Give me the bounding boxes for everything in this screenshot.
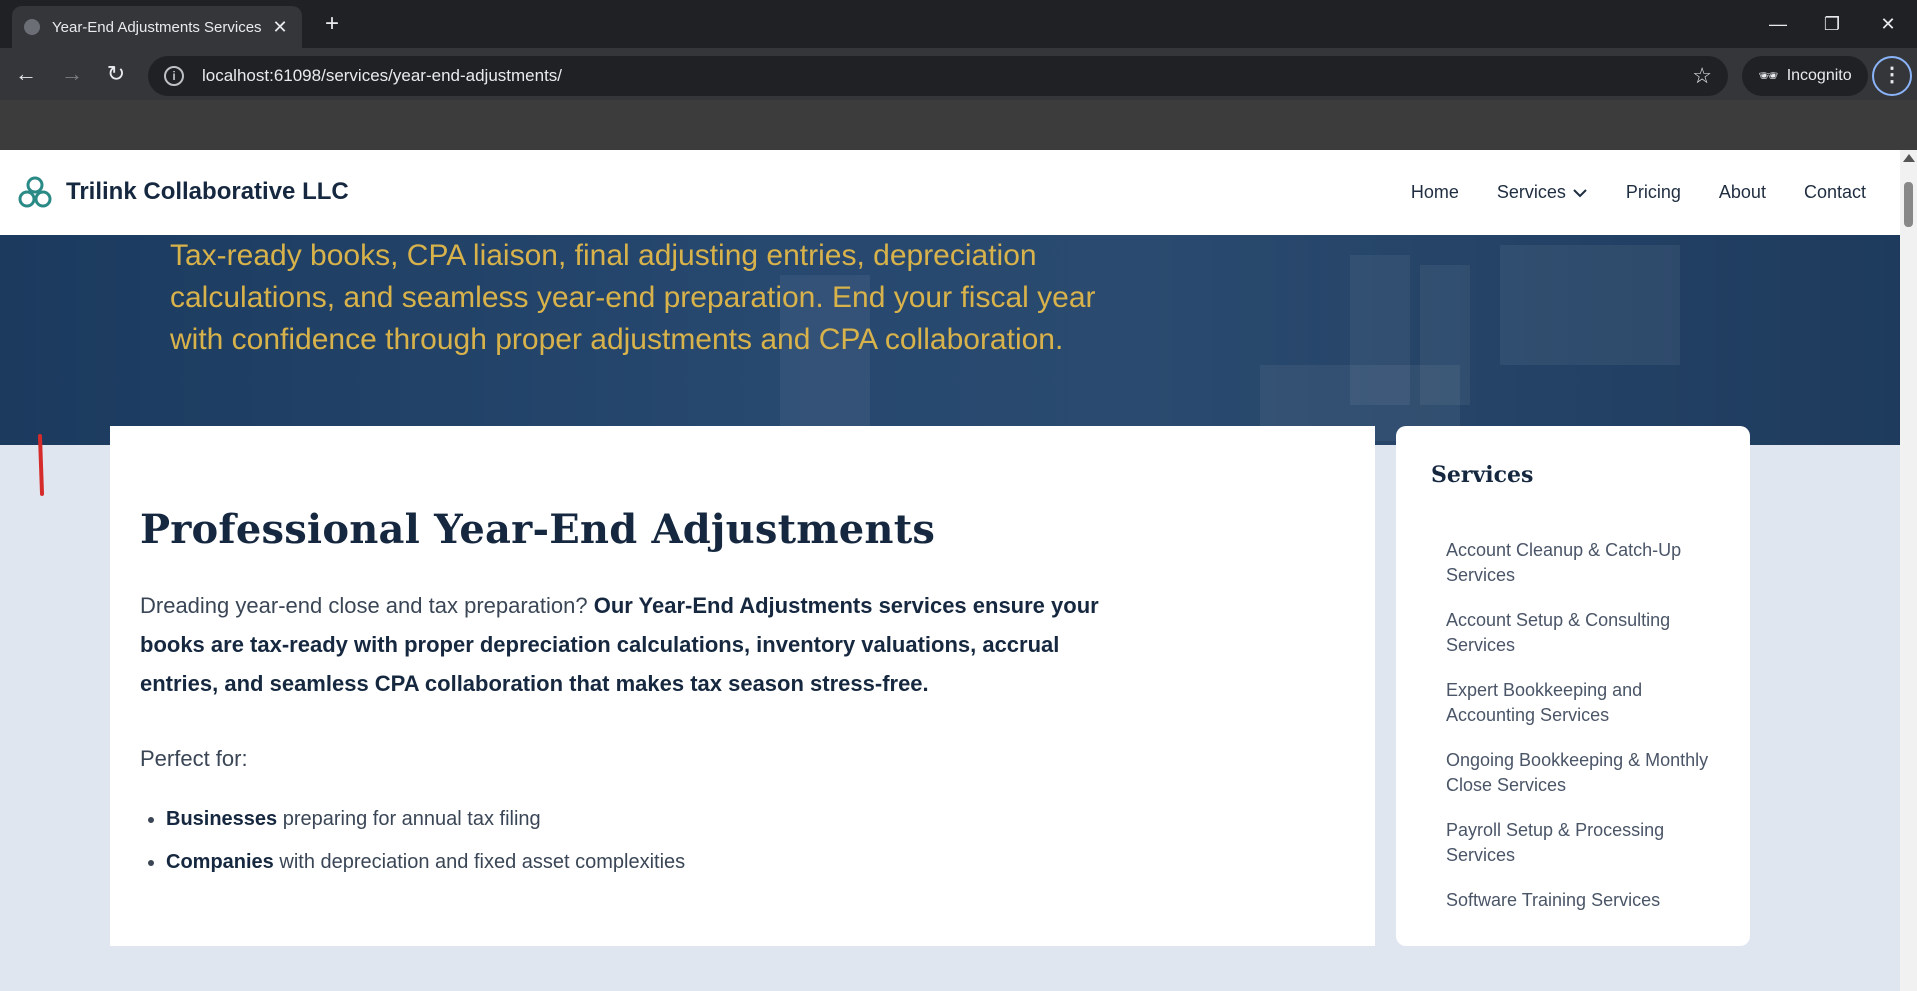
page-scrollbar[interactable]: [1900, 150, 1917, 991]
page-title: Professional Year-End Adjustments: [140, 506, 936, 553]
nav-services-label: Services: [1496, 182, 1566, 202]
brand-name[interactable]: Trilink Collaborative LLC: [66, 178, 349, 206]
list-item: Companies with depreciation and fixed as…: [166, 851, 685, 874]
new-tab-button[interactable]: +: [318, 10, 346, 38]
browser-tab[interactable]: Year-End Adjustments Services ✕: [12, 6, 302, 48]
intro-lead: Dreading year-end close and tax preparat…: [140, 593, 594, 618]
incognito-badge[interactable]: 🕶 Incognito: [1742, 56, 1868, 96]
scrollbar-thumb[interactable]: [1904, 182, 1913, 227]
sidebar-service-list: Account Cleanup & Catch-Up Services Acco…: [1446, 538, 1716, 933]
incognito-label: Incognito: [1786, 67, 1852, 84]
list-item: Businesses preparing for annual tax fili…: [166, 808, 685, 831]
address-bar[interactable]: i localhost:61098/services/year-end-adju…: [148, 56, 1728, 96]
nav-contact[interactable]: Contact: [1804, 182, 1866, 203]
hero-banner: Tax-ready books, CPA liaison, final adju…: [0, 235, 1900, 445]
nav-pricing-label: Pricing: [1625, 182, 1681, 202]
sidebar-link-ongoing-bookkeeping[interactable]: Ongoing Bookkeeping & Monthly Close Serv…: [1446, 748, 1716, 798]
back-arrow-icon[interactable]: ←: [10, 58, 42, 90]
nav-home[interactable]: Home: [1411, 182, 1459, 203]
list-item-text: preparing for annual tax filing: [277, 808, 541, 830]
nav-about-label: About: [1718, 182, 1766, 202]
nav-services[interactable]: Services: [1497, 182, 1588, 203]
list-item-bold: Companies: [166, 851, 274, 873]
browser-tab-bar: Year-End Adjustments Services ✕ + — ❐ ✕: [0, 0, 1917, 48]
browser-menu-icon[interactable]: ⋮: [1872, 56, 1912, 96]
list-item-bold: Businesses: [166, 808, 278, 830]
hero-background-shape: [1500, 245, 1680, 365]
incognito-icon: 🕶: [1758, 68, 1779, 85]
scroll-up-arrow-icon[interactable]: [1903, 154, 1915, 162]
sidebar-link-expert-bookkeeping[interactable]: Expert Bookkeeping and Accounting Servic…: [1446, 678, 1716, 728]
site-header: Trilink Collaborative LLC Home Services …: [0, 150, 1900, 235]
intro-paragraph: Dreading year-end close and tax preparat…: [140, 586, 1140, 703]
minimize-icon[interactable]: —: [1756, 8, 1800, 40]
reload-icon[interactable]: ↻: [100, 58, 132, 90]
sidebar-link-software-training[interactable]: Software Training Services: [1446, 888, 1716, 913]
perfect-for-label: Perfect for:: [140, 746, 248, 771]
sidebar-link-payroll[interactable]: Payroll Setup & Processing Services: [1446, 818, 1716, 868]
audience-list: Businesses preparing for annual tax fili…: [140, 808, 685, 894]
tab-title: Year-End Adjustments Services: [52, 18, 262, 36]
url-text[interactable]: localhost:61098/services/year-end-adjust…: [202, 66, 1692, 86]
sidebar-link-account-setup[interactable]: Account Setup & Consulting Services: [1446, 608, 1716, 658]
site-info-icon[interactable]: i: [164, 66, 184, 86]
nav-contact-label: Contact: [1803, 182, 1866, 202]
services-sidebar: Services Account Cleanup & Catch-Up Serv…: [1396, 426, 1750, 946]
restore-icon[interactable]: ❐: [1810, 8, 1854, 40]
globe-icon: [24, 19, 40, 35]
trilink-logo-icon[interactable]: [18, 176, 52, 210]
sidebar-title: Services: [1431, 462, 1534, 488]
hero-subtitle: Tax-ready books, CPA liaison, final adju…: [170, 239, 1096, 356]
main-nav: Home Services Pricing About Contact: [1411, 150, 1866, 235]
chevron-down-icon: [1573, 188, 1587, 197]
nav-pricing[interactable]: Pricing: [1626, 182, 1681, 203]
page-viewport: Trilink Collaborative LLC Home Services …: [0, 150, 1900, 991]
bookmark-star-icon[interactable]: ☆: [1692, 63, 1712, 89]
bookmark-bar: [0, 100, 1917, 150]
tab-close-icon[interactable]: ✕: [270, 17, 290, 38]
sidebar-link-account-cleanup[interactable]: Account Cleanup & Catch-Up Services: [1446, 538, 1716, 588]
nav-home-label: Home: [1410, 182, 1459, 202]
window-close-icon[interactable]: ✕: [1866, 8, 1910, 40]
nav-about[interactable]: About: [1719, 182, 1766, 203]
main-content-card: Professional Year-End Adjustments Dreadi…: [110, 426, 1375, 946]
browser-toolbar: ← → ↻ i localhost:61098/services/year-en…: [0, 48, 1917, 100]
forward-arrow-icon[interactable]: →: [56, 58, 88, 90]
list-item-text: with depreciation and fixed asset comple…: [273, 851, 686, 873]
